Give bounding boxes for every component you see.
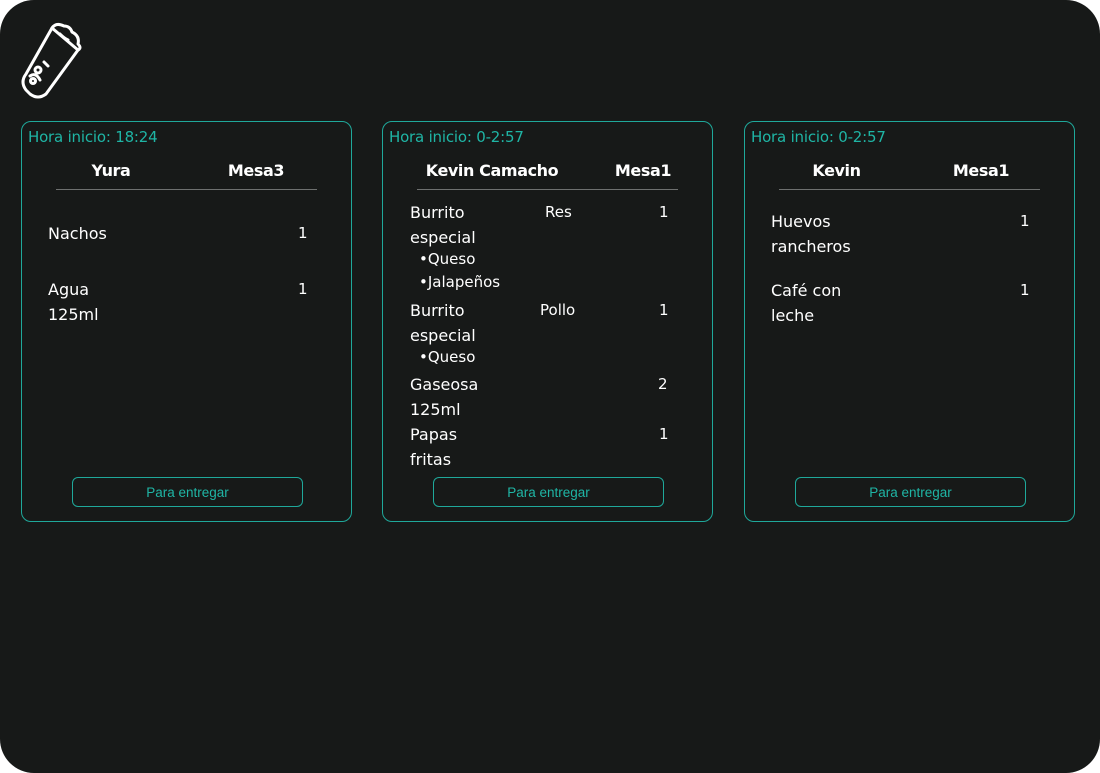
item-name: Papas fritas: [410, 425, 458, 469]
order-start-time: Hora inicio: 0-2:57: [389, 128, 524, 146]
item-name: Nachos: [48, 224, 107, 243]
order-start-time: Hora inicio: 18:24: [28, 128, 158, 146]
item-qty: 1: [298, 224, 308, 242]
item-qty: 1: [659, 301, 669, 319]
item-name: Burrito especial: [410, 203, 476, 247]
order-card: Hora inicio: 0-2:57 Kevin Mesa1 Huevos r…: [744, 121, 1075, 522]
item-extra: •Queso: [419, 348, 476, 366]
item-qty: 1: [659, 425, 669, 443]
item-extra: •Jalapeños: [419, 273, 501, 291]
item-name: Café con leche: [771, 281, 842, 325]
item-qty: 1: [1020, 281, 1030, 299]
item-qty: 1: [1020, 212, 1030, 230]
deliver-button[interactable]: Para entregar: [433, 477, 664, 507]
item-name: Agua 125ml: [48, 280, 99, 324]
table-number: Mesa3: [227, 161, 285, 180]
item-name: Huevos rancheros: [771, 212, 851, 256]
item-extra: •Queso: [419, 250, 476, 268]
order-card: Hora inicio: 18:24 Yura Mesa3 Nachos 1 A…: [21, 121, 352, 522]
customer-name: Kevin Camacho: [425, 161, 559, 180]
item-name: Gaseosa 125ml: [410, 375, 479, 419]
item-variant: Res: [545, 203, 572, 221]
table-number: Mesa1: [952, 161, 1010, 180]
order-header: Yura Mesa3: [56, 161, 317, 190]
app-screen: Hora inicio: 18:24 Yura Mesa3 Nachos 1 A…: [0, 0, 1100, 773]
item-qty: 1: [298, 280, 308, 298]
order-card: Hora inicio: 0-2:57 Kevin Camacho Mesa1 …: [382, 121, 713, 522]
order-header: Kevin Mesa1: [779, 161, 1040, 190]
deliver-button[interactable]: Para entregar: [795, 477, 1026, 507]
burrito-icon: [21, 22, 82, 99]
table-number: Mesa1: [614, 161, 672, 180]
item-qty: 1: [659, 203, 669, 221]
order-start-time: Hora inicio: 0-2:57: [751, 128, 886, 146]
customer-name: Kevin: [812, 161, 861, 180]
deliver-button[interactable]: Para entregar: [72, 477, 303, 507]
item-qty: 2: [658, 375, 668, 393]
customer-name: Yura: [91, 161, 131, 180]
item-variant: Pollo: [540, 301, 576, 319]
item-name: Burrito especial: [410, 301, 476, 345]
order-header: Kevin Camacho Mesa1: [417, 161, 678, 190]
